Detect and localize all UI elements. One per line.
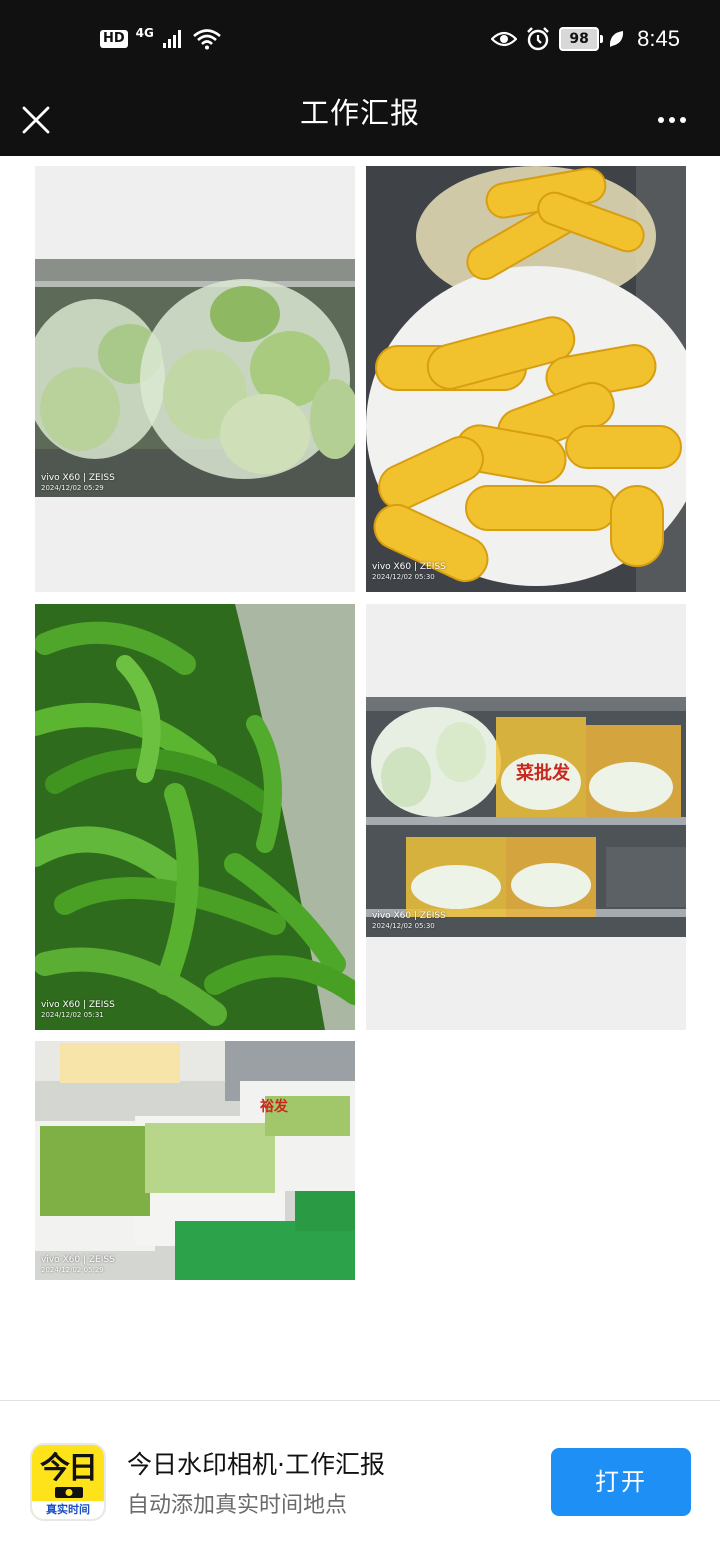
- app-subtitle: 自动添加真实时间地点: [127, 1493, 348, 1518]
- status-left: HD 4G: [100, 26, 222, 50]
- photo-watermark: vivo X60 | ZEISS 2024/12/02 05:29: [41, 1255, 115, 1275]
- page: HD 4G 98 8:45 工作汇报 vivo X60 | ZEISS 2024…: [0, 0, 720, 1560]
- watermark-date: 2024/12/02 05:30: [372, 922, 435, 930]
- photo-corn[interactable]: vivo X60 | ZEISS 2024/12/02 05:30: [366, 166, 686, 592]
- crate-text: 菜批发: [515, 762, 571, 784]
- watermark-brand: vivo X60 | ZEISS: [41, 473, 115, 483]
- signal-icon: [162, 30, 181, 48]
- photo-watermark: vivo X60 | ZEISS 2024/12/02 05:30: [372, 562, 446, 582]
- leaf-icon: [610, 31, 624, 47]
- photo-napa-cabbage[interactable]: 菜批发 vivo X60 | ZEISS 2024/12/02 05:30: [366, 604, 686, 1030]
- cabbage-image: [35, 259, 355, 497]
- photo-watermark: vivo X60 | ZEISS 2024/12/02 05:30: [372, 911, 446, 931]
- page-title: 工作汇报: [299, 96, 420, 130]
- photo-vegetable-crates[interactable]: 裕发 vivo X60 | ZEISS 2024/12/02 05:29: [35, 1041, 355, 1280]
- watermark-brand: vivo X60 | ZEISS: [41, 1255, 115, 1265]
- watermark-date: 2024/12/02 05:29: [41, 1266, 104, 1274]
- crate-text: 裕发: [259, 1098, 289, 1115]
- watermark-date: 2024/12/02 05:30: [372, 573, 435, 581]
- alarm-icon: [527, 27, 550, 51]
- more-icon-dot: [680, 117, 686, 123]
- more-options-button[interactable]: [652, 96, 692, 144]
- watermark-brand: vivo X60 | ZEISS: [372, 911, 446, 921]
- status-bar: HD 4G 98 8:45: [0, 0, 720, 84]
- watermark-brand: vivo X60 | ZEISS: [41, 1000, 115, 1010]
- corn-image: [366, 166, 686, 592]
- photo-green-peppers[interactable]: vivo X60 | ZEISS 2024/12/02 05:31: [35, 604, 355, 1030]
- title-bar: 工作汇报: [0, 84, 720, 156]
- open-app-button[interactable]: 打开: [551, 1448, 691, 1516]
- photo-watermark: vivo X60 | ZEISS 2024/12/02 05:29: [41, 473, 115, 493]
- photo-watermark: vivo X60 | ZEISS 2024/12/02 05:31: [41, 1000, 115, 1020]
- hd-badge: HD: [100, 30, 128, 48]
- battery-icon: 98: [559, 27, 604, 51]
- vegetable-crates-image: 裕发: [35, 1041, 355, 1280]
- eye-icon: [491, 31, 518, 47]
- napa-cabbage-image: 菜批发: [366, 697, 686, 937]
- more-icon-dot: [669, 117, 675, 123]
- app-icon-text: 今日: [40, 1451, 98, 1486]
- camera-icon: [55, 1487, 83, 1498]
- network-type-label: 4G: [135, 26, 154, 40]
- watermark-brand: vivo X60 | ZEISS: [372, 562, 446, 572]
- app-promo-banner: 今日 真实时间 今日水印相机·工作汇报 自动添加真实时间地点 打开: [0, 1401, 720, 1560]
- app-title: 今日水印相机·工作汇报: [127, 1450, 385, 1479]
- photo-cabbage[interactable]: vivo X60 | ZEISS 2024/12/02 05:29: [35, 166, 355, 592]
- status-right: 98 8:45: [491, 26, 680, 52]
- app-icon[interactable]: 今日 真实时间: [30, 1443, 106, 1521]
- more-icon: [658, 117, 664, 123]
- green-peppers-image: [35, 604, 355, 1030]
- app-icon-caption: 真实时间: [32, 1501, 104, 1519]
- watermark-date: 2024/12/02 05:31: [41, 1011, 104, 1019]
- watermark-date: 2024/12/02 05:29: [41, 484, 104, 492]
- wifi-icon: [193, 29, 221, 50]
- status-time: 8:45: [637, 26, 680, 51]
